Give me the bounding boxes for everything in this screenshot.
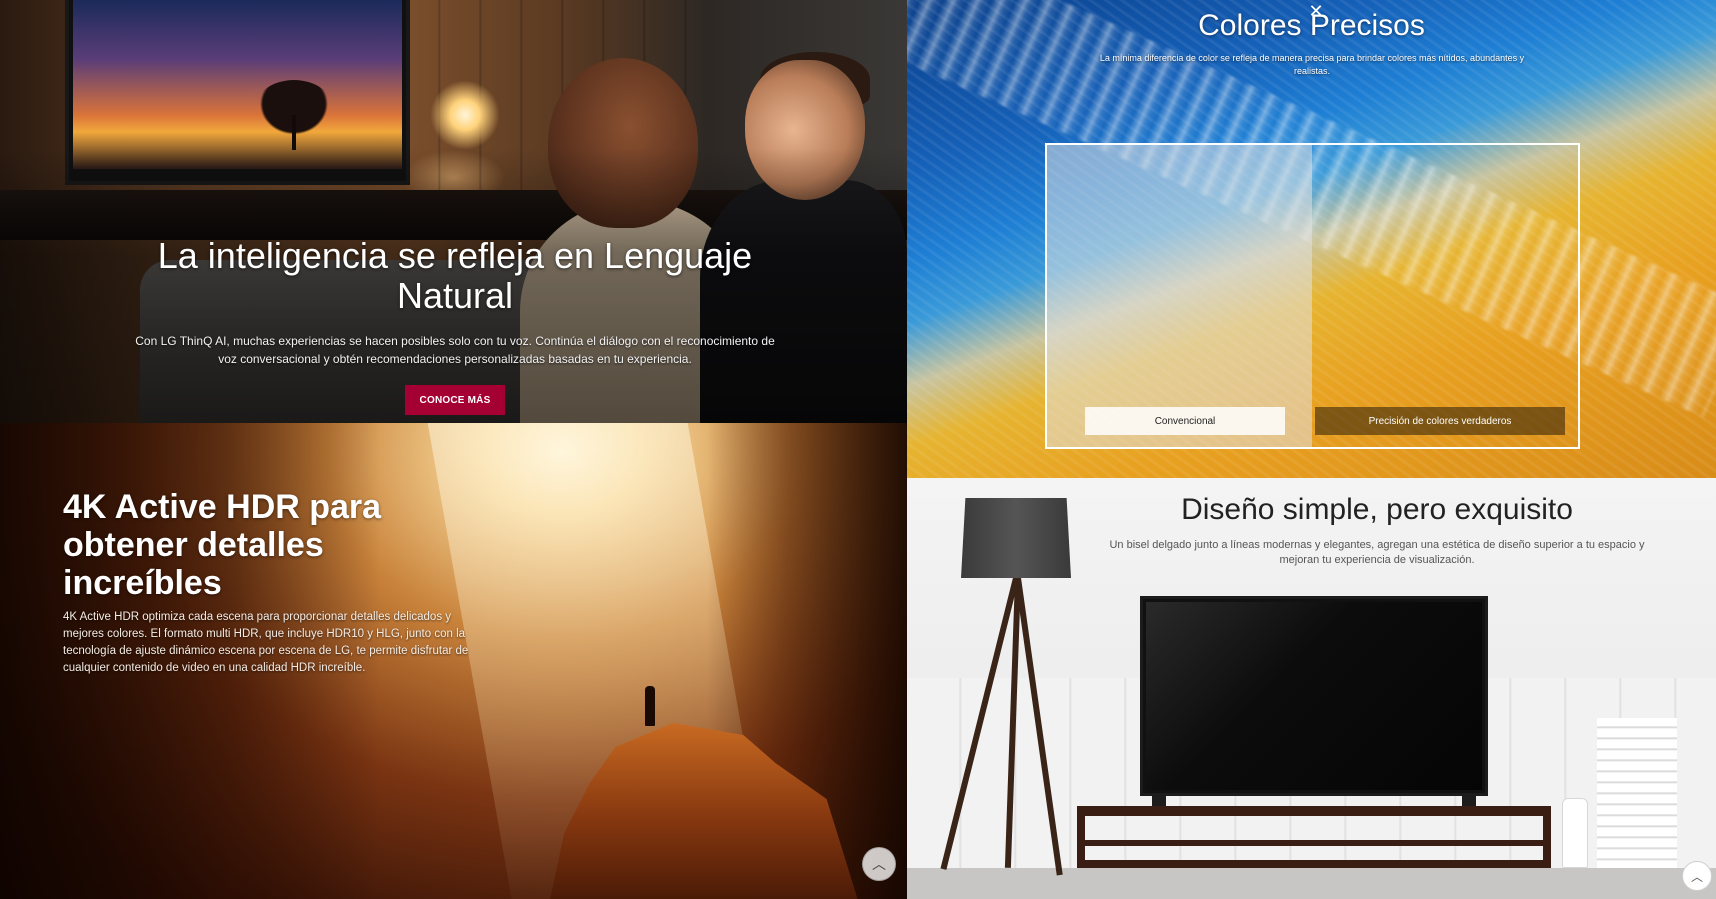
person-silhouette [645,686,655,726]
diseno-section: Diseño simple, pero exquisito Un bisel d… [907,478,1716,899]
chevron-up-icon: ︿ [872,857,886,873]
scroll-to-top-button[interactable]: ︿ [862,847,896,881]
thinq-title: La inteligencia se refleja en Lenguaje N… [157,235,753,316]
thinq-description: Con LG ThinQ AI, muchas experiencias se … [135,334,775,366]
diseno-title: Diseño simple, pero exquisito [1181,493,1573,526]
colores-precisos-section: Colores Precisos ✕ La mínima diferencia … [907,0,1716,478]
true-color-label: Precisión de colores verdaderos [1315,407,1565,435]
tv-foot [1462,796,1476,806]
decor-vase [1562,798,1588,868]
scroll-to-top-button[interactable]: ︿ [1682,861,1712,891]
close-icon[interactable]: ✕ [1306,2,1326,22]
diseno-description: Un bisel delgado junto a líneas modernas… [1109,539,1645,566]
conventional-label: Convencional [1085,407,1285,435]
thinq-ai-section: La inteligencia se refleja en Lenguaje N… [0,0,907,423]
chevron-up-icon: ︿ [1690,869,1703,884]
tv-stand-shelf [1085,840,1543,846]
hdr-section: 4K Active HDR para obtener detalles incr… [0,423,907,899]
hdr-description: 4K Active HDR optimiza cada escena para … [63,611,469,674]
floor-lamp-shade [961,498,1071,578]
floor [907,868,1716,899]
tv-screen [1146,602,1482,790]
slim-bezel-tv-image [1140,596,1488,796]
conoce-mas-button[interactable]: CONOCE MÁS [405,385,505,415]
tv-foot [1152,796,1166,806]
color-comparison-frame[interactable]: Convencional Precisión de colores verdad… [1045,143,1580,449]
conventional-overlay [1047,145,1312,447]
tv-stand [1077,806,1551,868]
hdr-title: 4K Active HDR para obtener detalles incr… [63,488,382,602]
book-stack [1597,718,1677,868]
colores-description: La mínima diferencia de color se refleja… [1099,53,1525,76]
